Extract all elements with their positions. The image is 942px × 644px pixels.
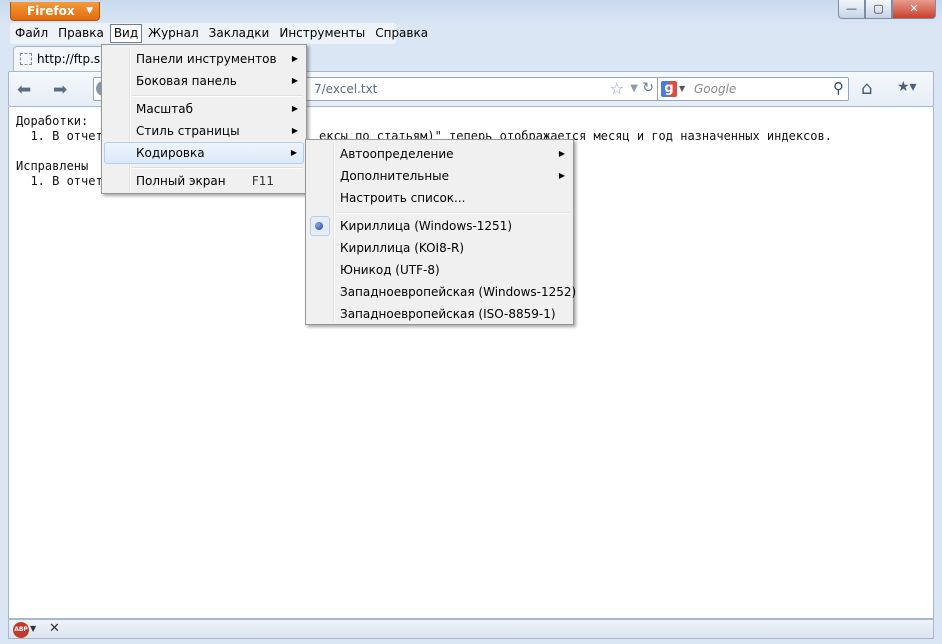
browser-window: Firefox ▼ — ▢ ✕ Файл Правка Вид Журнал З… (0, 0, 942, 644)
menu-view[interactable]: Вид (109, 24, 143, 43)
menu-item-encoding[interactable]: Кодировка ▶ (104, 142, 304, 164)
bookmarks-menu-icon[interactable]: ★▾ (897, 79, 925, 99)
back-arrow-icon[interactable]: ⬅ (17, 80, 31, 100)
menu-item-label: Автоопределение (340, 147, 454, 161)
shortcut-label: F11 (251, 174, 274, 188)
restore-button[interactable]: ▢ (865, 0, 892, 19)
chevron-down-icon: ▼ (86, 6, 93, 16)
menu-item-customize-list[interactable]: Настроить список... (308, 187, 571, 209)
submenu-arrow-icon: ▶ (291, 104, 298, 113)
url-text: 7/excel.txt (314, 82, 378, 96)
submenu-arrow-icon: ▶ (558, 171, 565, 180)
close-icon[interactable]: ✕ (49, 621, 60, 636)
radio-selected-icon (315, 222, 323, 230)
home-icon[interactable]: ⌂ (861, 78, 872, 99)
forward-arrow-icon[interactable]: ➡ (53, 80, 67, 100)
submenu-arrow-icon: ▶ (291, 126, 298, 135)
bookmark-star-icon[interactable]: ☆ (610, 79, 624, 98)
menu-item-toolbars[interactable]: Панели инструментов ▶ (104, 48, 304, 70)
engine-dropdown-icon[interactable]: ▼ (679, 84, 685, 93)
menu-item-label: Боковая панель (136, 74, 237, 88)
search-placeholder: Google (694, 82, 737, 96)
menu-separator (132, 95, 303, 97)
menu-separator (336, 212, 570, 214)
menu-bar: Файл Правка Вид Журнал Закладки Инструме… (10, 23, 428, 44)
google-engine-icon[interactable]: g (661, 81, 677, 97)
menu-item-label: Кириллица (KOI8-R) (340, 241, 465, 255)
menu-item-fullscreen[interactable]: Полный экран F11 (104, 170, 304, 192)
menu-item-label: Юникод (UTF-8) (340, 263, 440, 277)
text-line: 1. В отчет (16, 129, 103, 143)
menu-item-label: Стиль страницы (136, 124, 240, 138)
menu-help[interactable]: Справка (370, 24, 433, 43)
search-bar[interactable]: g ▼ Google ⚲ (657, 77, 849, 101)
menu-item-label: Масштаб (136, 102, 194, 116)
menu-tools[interactable]: Инструменты (274, 24, 370, 43)
menu-history[interactable]: Журнал (143, 24, 204, 43)
menu-item-cp1251[interactable]: Кириллица (Windows-1251) (308, 215, 571, 237)
menu-item-label: Панели инструментов (136, 52, 277, 66)
reload-icon[interactable]: ↻ (642, 80, 654, 96)
menu-item-label: Дополнительные (340, 169, 450, 183)
page-icon (20, 53, 32, 65)
add-on-bar: ABP ▼ ✕ (8, 619, 934, 639)
text-line: Исправлены (16, 159, 89, 173)
adblock-dropdown-icon[interactable]: ▼ (30, 624, 36, 633)
menu-item-utf8[interactable]: Юникод (UTF-8) (308, 259, 571, 281)
encoding-submenu: Автоопределение ▶ Дополнительные ▶ Настр… (305, 139, 576, 325)
menu-file[interactable]: Файл (10, 24, 53, 43)
menu-edit[interactable]: Правка (53, 24, 109, 43)
menu-item-label: Кодировка (136, 146, 205, 160)
menu-item-koi8r[interactable]: Кириллица (KOI8-R) (308, 237, 571, 259)
submenu-arrow-icon: ▶ (558, 149, 565, 158)
menu-item-cp1252[interactable]: Западноевропейская (Windows-1252) (308, 281, 576, 303)
menu-item-zoom[interactable]: Масштаб ▶ (104, 98, 304, 120)
text-line: Доработки: (16, 114, 89, 128)
url-dropdown-icon[interactable]: ▼ (630, 83, 638, 94)
view-menu: Панели инструментов ▶ Боковая панель ▶ М… (101, 44, 307, 194)
menu-item-label: Западноевропейская (ISO-8859-1) (340, 307, 556, 321)
menu-separator (132, 167, 303, 169)
firefox-button-label: Firefox (27, 4, 75, 18)
minimize-button[interactable]: — (838, 0, 865, 19)
firefox-menu-button[interactable]: Firefox ▼ (10, 2, 100, 21)
window-controls: — ▢ ✕ (838, 0, 936, 19)
menu-item-label: Полный экран (136, 174, 226, 188)
search-icon[interactable]: ⚲ (833, 79, 844, 97)
submenu-arrow-icon: ▶ (290, 148, 297, 157)
menu-item-more-encodings[interactable]: Дополнительные ▶ (308, 165, 571, 187)
text-line: 1. В отчет (16, 174, 103, 188)
submenu-arrow-icon: ▶ (291, 76, 298, 85)
menu-item-label: Кириллица (Windows-1251) (340, 219, 513, 233)
submenu-arrow-icon: ▶ (291, 54, 298, 63)
menu-bookmarks[interactable]: Закладки (204, 24, 275, 43)
close-window-button[interactable]: ✕ (892, 0, 936, 19)
adblock-plus-icon[interactable]: ABP (13, 622, 29, 638)
menu-item-autodetect[interactable]: Автоопределение ▶ (308, 143, 571, 165)
menu-item-iso88591[interactable]: Западноевропейская (ISO-8859-1) (308, 303, 571, 325)
menu-item-sidebar[interactable]: Боковая панель ▶ (104, 70, 304, 92)
menu-item-label: Западноевропейская (Windows-1252) (340, 285, 577, 299)
browser-tab[interactable]: http://ftp.sm (13, 46, 113, 72)
menu-item-label: Настроить список... (340, 191, 466, 205)
menu-item-page-style[interactable]: Стиль страницы ▶ (104, 120, 304, 142)
